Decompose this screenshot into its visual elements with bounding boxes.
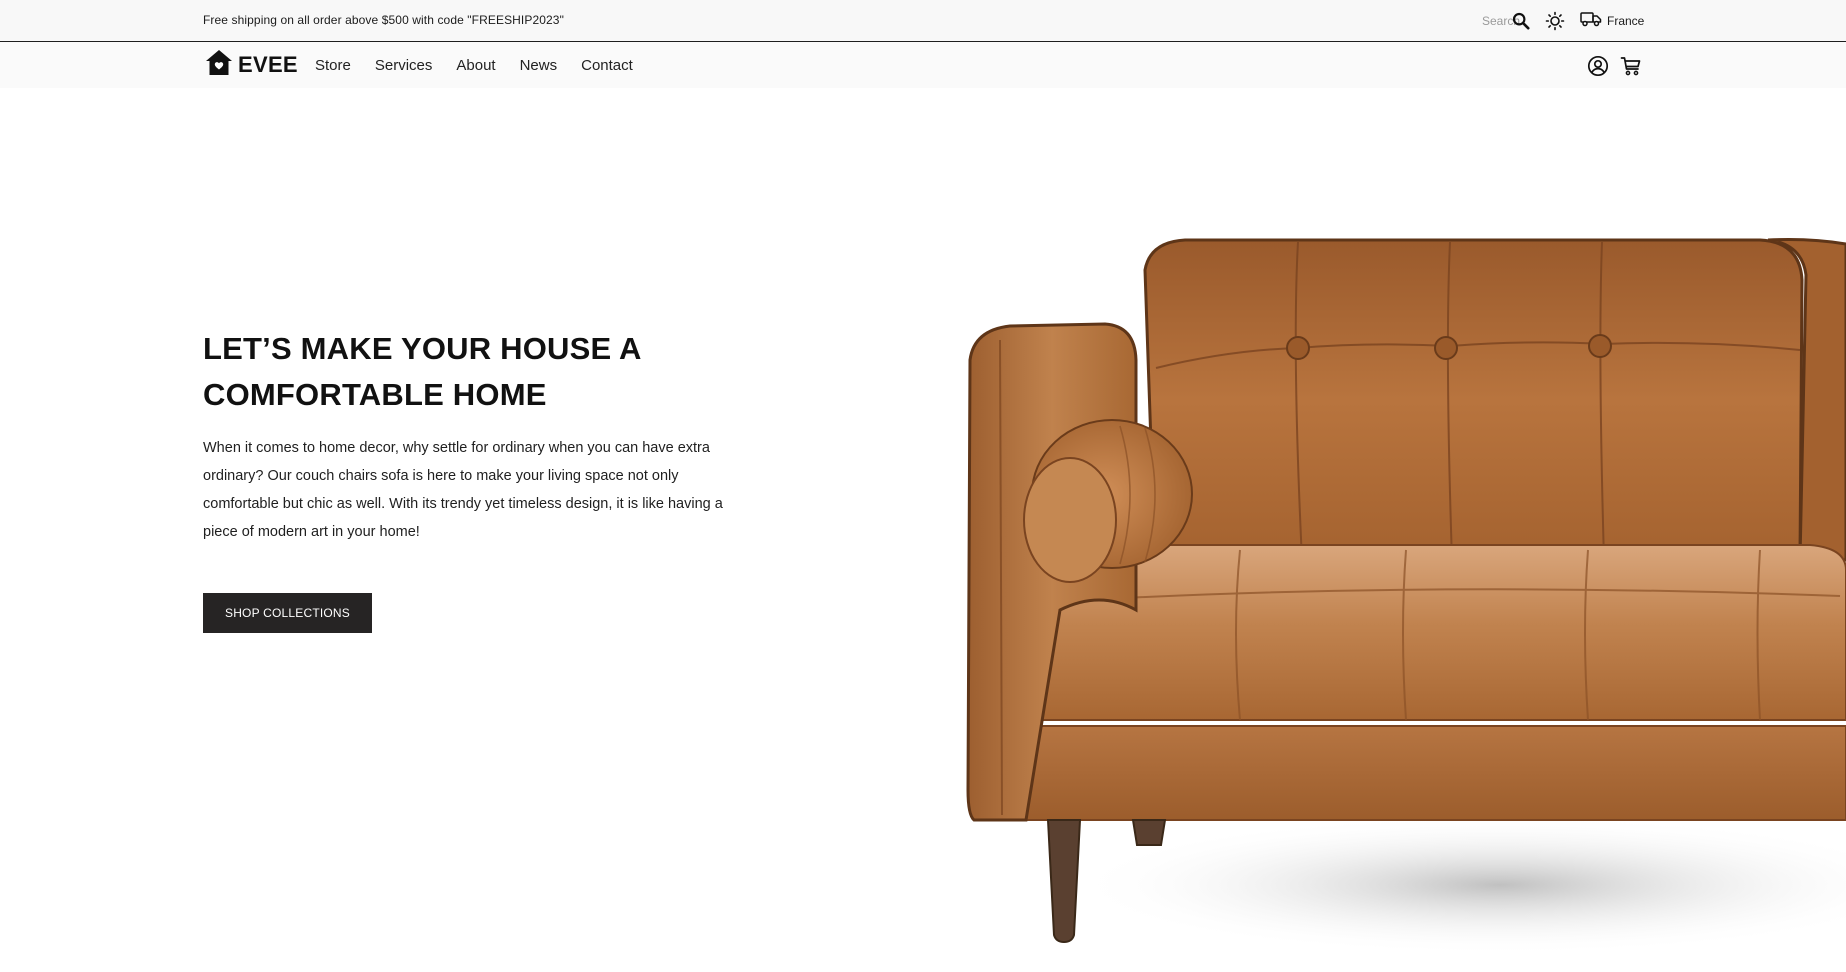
site-header: EVEE Store Services About News Contact [0,42,1846,88]
search-input[interactable] [1430,9,1520,33]
announcement-text: Free shipping on all order above $500 wi… [203,13,564,27]
logo[interactable]: EVEE [204,49,298,81]
nav-store[interactable]: Store [315,57,351,74]
truck-icon [1580,11,1602,32]
logo-text: EVEE [238,52,298,77]
tan-leather-sofa-image [940,230,1846,967]
sun-icon[interactable] [1544,10,1566,32]
user-circle-icon[interactable] [1586,54,1610,78]
region-label: France [1607,14,1645,28]
announcement-bar: Free shipping on all order above $500 wi… [0,0,1846,42]
main-nav: Store Services About News Contact [315,42,633,88]
search-icon[interactable] [1510,10,1532,32]
house-icon [204,48,234,83]
nav-about[interactable]: About [456,57,495,74]
shop-collections-button[interactable]: SHOP COLLECTIONS [203,593,372,633]
nav-news[interactable]: News [520,57,558,74]
cart-icon[interactable] [1619,54,1643,78]
nav-services[interactable]: Services [375,57,433,74]
region-selector[interactable]: France [1580,10,1644,32]
hero-title-line-1: LET’S MAKE YOUR HOUSE A [203,331,642,366]
hero-description: When it comes to home decor, why settle … [203,440,723,540]
hero-title-line-2: COMFORTABLE HOME [203,377,547,412]
hero-title: LET’S MAKE YOUR HOUSE A COMFORTABLE HOME [203,326,763,418]
nav-contact[interactable]: Contact [581,57,633,74]
